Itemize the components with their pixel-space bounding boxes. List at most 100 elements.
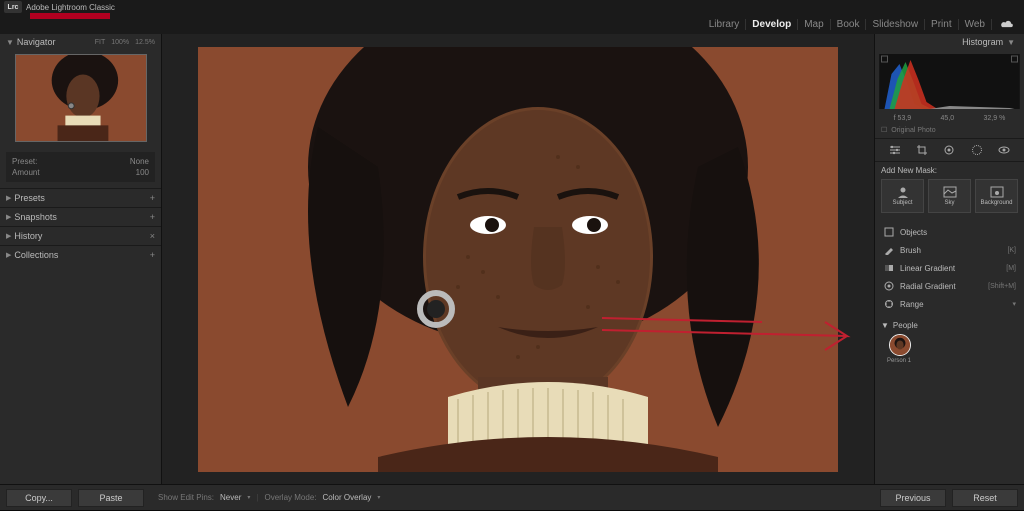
chevron-right-icon: ▶ bbox=[6, 251, 11, 259]
copy-button[interactable]: Copy... bbox=[6, 489, 72, 507]
radial-gradient-shortcut: [Shift+M] bbox=[988, 283, 1016, 290]
chevron-down-icon: ▼ bbox=[1007, 38, 1015, 47]
snapshots-label: Snapshots bbox=[14, 212, 149, 222]
module-print[interactable]: Print bbox=[925, 19, 959, 30]
module-library[interactable]: Library bbox=[703, 19, 747, 30]
brush-shortcut: [K] bbox=[1007, 247, 1016, 254]
tool-range[interactable]: Range ▾ bbox=[877, 295, 1022, 313]
navigator-header[interactable]: ▼ Navigator FIT 100% 12.5% bbox=[0, 34, 161, 50]
accordion-history[interactable]: ▶ History × bbox=[0, 226, 161, 245]
preset-label: Preset: bbox=[12, 157, 37, 166]
navigator-thumbnail[interactable] bbox=[15, 54, 147, 142]
chevron-down-icon: ▼ bbox=[6, 38, 14, 47]
people-label: People bbox=[893, 321, 918, 330]
histogram-header[interactable]: Histogram ▼ bbox=[875, 34, 1024, 50]
navigator-fit[interactable]: FIT bbox=[95, 39, 106, 46]
amount-value: 100 bbox=[136, 168, 149, 177]
chevron-right-icon: ▶ bbox=[6, 194, 11, 202]
navigator-label: Navigator bbox=[17, 37, 95, 47]
person-1-thumb[interactable] bbox=[889, 334, 911, 356]
linear-gradient-label: Linear Gradient bbox=[900, 264, 1006, 273]
module-book[interactable]: Book bbox=[831, 19, 867, 30]
bottom-bar: Copy... Paste Show Edit Pins: Never ▾ | … bbox=[0, 484, 1024, 510]
linear-gradient-icon bbox=[883, 262, 895, 274]
radial-gradient-icon bbox=[883, 280, 895, 292]
add-preset-icon[interactable]: + bbox=[150, 193, 155, 203]
previous-button[interactable]: Previous bbox=[880, 489, 946, 507]
radial-gradient-label: Radial Gradient bbox=[900, 282, 988, 291]
chevron-down-icon: ▼ bbox=[881, 321, 889, 330]
mask-background-label: Background bbox=[980, 200, 1012, 206]
main-photo bbox=[198, 47, 838, 472]
objects-icon bbox=[883, 226, 895, 238]
mask-subject-button[interactable]: Subject bbox=[881, 179, 924, 213]
edit-sliders-icon[interactable] bbox=[888, 143, 902, 157]
chevron-down-icon: ▾ bbox=[247, 494, 250, 501]
right-panel: Histogram ▼ f 53,9 45,0 32,9 % ☐ Origina… bbox=[874, 34, 1024, 484]
histogram-f: f 53,9 bbox=[894, 115, 912, 122]
module-slideshow[interactable]: Slideshow bbox=[866, 19, 925, 30]
history-label: History bbox=[14, 231, 149, 241]
presets-label: Presets bbox=[14, 193, 149, 203]
checkbox-icon: ☐ bbox=[881, 126, 887, 134]
range-label: Range bbox=[900, 300, 1012, 309]
add-snapshot-icon[interactable]: + bbox=[150, 212, 155, 222]
original-photo-label: Original Photo bbox=[891, 127, 935, 134]
app-badge: Lrc bbox=[4, 1, 22, 13]
chevron-down-icon: ▾ bbox=[377, 494, 380, 501]
tool-objects[interactable]: Objects bbox=[877, 223, 1022, 241]
cloud-sync-icon[interactable] bbox=[1000, 19, 1014, 29]
module-map[interactable]: Map bbox=[798, 19, 830, 30]
add-collection-icon[interactable]: + bbox=[150, 250, 155, 260]
tool-strip bbox=[875, 138, 1024, 162]
brush-icon bbox=[883, 244, 895, 256]
module-bar: Library Develop Map Book Slideshow Print… bbox=[0, 14, 1024, 34]
chevron-right-icon: ▶ bbox=[6, 232, 11, 240]
module-web[interactable]: Web bbox=[959, 19, 992, 30]
mask-sky-label: Sky bbox=[944, 200, 954, 206]
image-viewer[interactable] bbox=[162, 34, 874, 484]
mask-sky-button[interactable]: Sky bbox=[928, 179, 971, 213]
collections-label: Collections bbox=[14, 250, 149, 260]
mask-background-button[interactable]: Background bbox=[975, 179, 1018, 213]
navigator-zoom-alt[interactable]: 12.5% bbox=[135, 39, 155, 46]
masking-icon[interactable] bbox=[970, 143, 984, 157]
range-chev: ▾ bbox=[1012, 300, 1016, 308]
overlay-mode-label: Overlay Mode: bbox=[264, 493, 316, 502]
tool-linear-gradient[interactable]: Linear Gradient [M] bbox=[877, 259, 1022, 277]
paste-button[interactable]: Paste bbox=[78, 489, 144, 507]
left-panel: ▼ Navigator FIT 100% 12.5% Preset: None … bbox=[0, 34, 162, 484]
reset-button[interactable]: Reset bbox=[952, 489, 1018, 507]
linear-gradient-shortcut: [M] bbox=[1006, 265, 1016, 272]
show-pins-value[interactable]: Never bbox=[220, 493, 241, 502]
tool-brush[interactable]: Brush [K] bbox=[877, 241, 1022, 259]
bottom-toolbar: Show Edit Pins: Never ▾ | Overlay Mode: … bbox=[150, 493, 874, 502]
histogram-label: Histogram bbox=[881, 37, 1003, 47]
app-title: Adobe Lightroom Classic bbox=[26, 3, 115, 12]
histogram-graph[interactable] bbox=[879, 54, 1020, 109]
objects-label: Objects bbox=[900, 228, 1016, 237]
annotation-redaction bbox=[30, 13, 110, 19]
navigator-zoom-100[interactable]: 100% bbox=[111, 39, 129, 46]
original-photo-toggle[interactable]: ☐ Original Photo bbox=[875, 124, 1024, 136]
overlay-mode-value[interactable]: Color Overlay bbox=[323, 493, 372, 502]
amount-label: Amount bbox=[12, 168, 40, 177]
module-develop[interactable]: Develop bbox=[746, 19, 798, 30]
crop-icon[interactable] bbox=[915, 143, 929, 157]
accordion-collections[interactable]: ▶ Collections + bbox=[0, 245, 161, 264]
add-mask-label: Add New Mask: bbox=[875, 162, 1024, 179]
person-1-label: Person 1 bbox=[887, 358, 1018, 364]
preset-info-box: Preset: None Amount 100 bbox=[6, 152, 155, 182]
tool-radial-gradient[interactable]: Radial Gradient [Shift+M] bbox=[877, 277, 1022, 295]
accordion-presets[interactable]: ▶ Presets + bbox=[0, 188, 161, 207]
healing-icon[interactable] bbox=[942, 143, 956, 157]
mask-subject-label: Subject bbox=[892, 200, 912, 206]
chevron-right-icon: ▶ bbox=[6, 213, 11, 221]
redeye-icon[interactable] bbox=[997, 143, 1011, 157]
title-bar: Lrc Adobe Lightroom Classic bbox=[0, 0, 1024, 14]
accordion-snapshots[interactable]: ▶ Snapshots + bbox=[0, 207, 161, 226]
histogram-readout: f 53,9 45,0 32,9 % bbox=[875, 113, 1024, 124]
clear-history-icon[interactable]: × bbox=[150, 231, 155, 241]
show-pins-label: Show Edit Pins: bbox=[158, 493, 214, 502]
people-header[interactable]: ▼ People bbox=[881, 321, 1018, 330]
